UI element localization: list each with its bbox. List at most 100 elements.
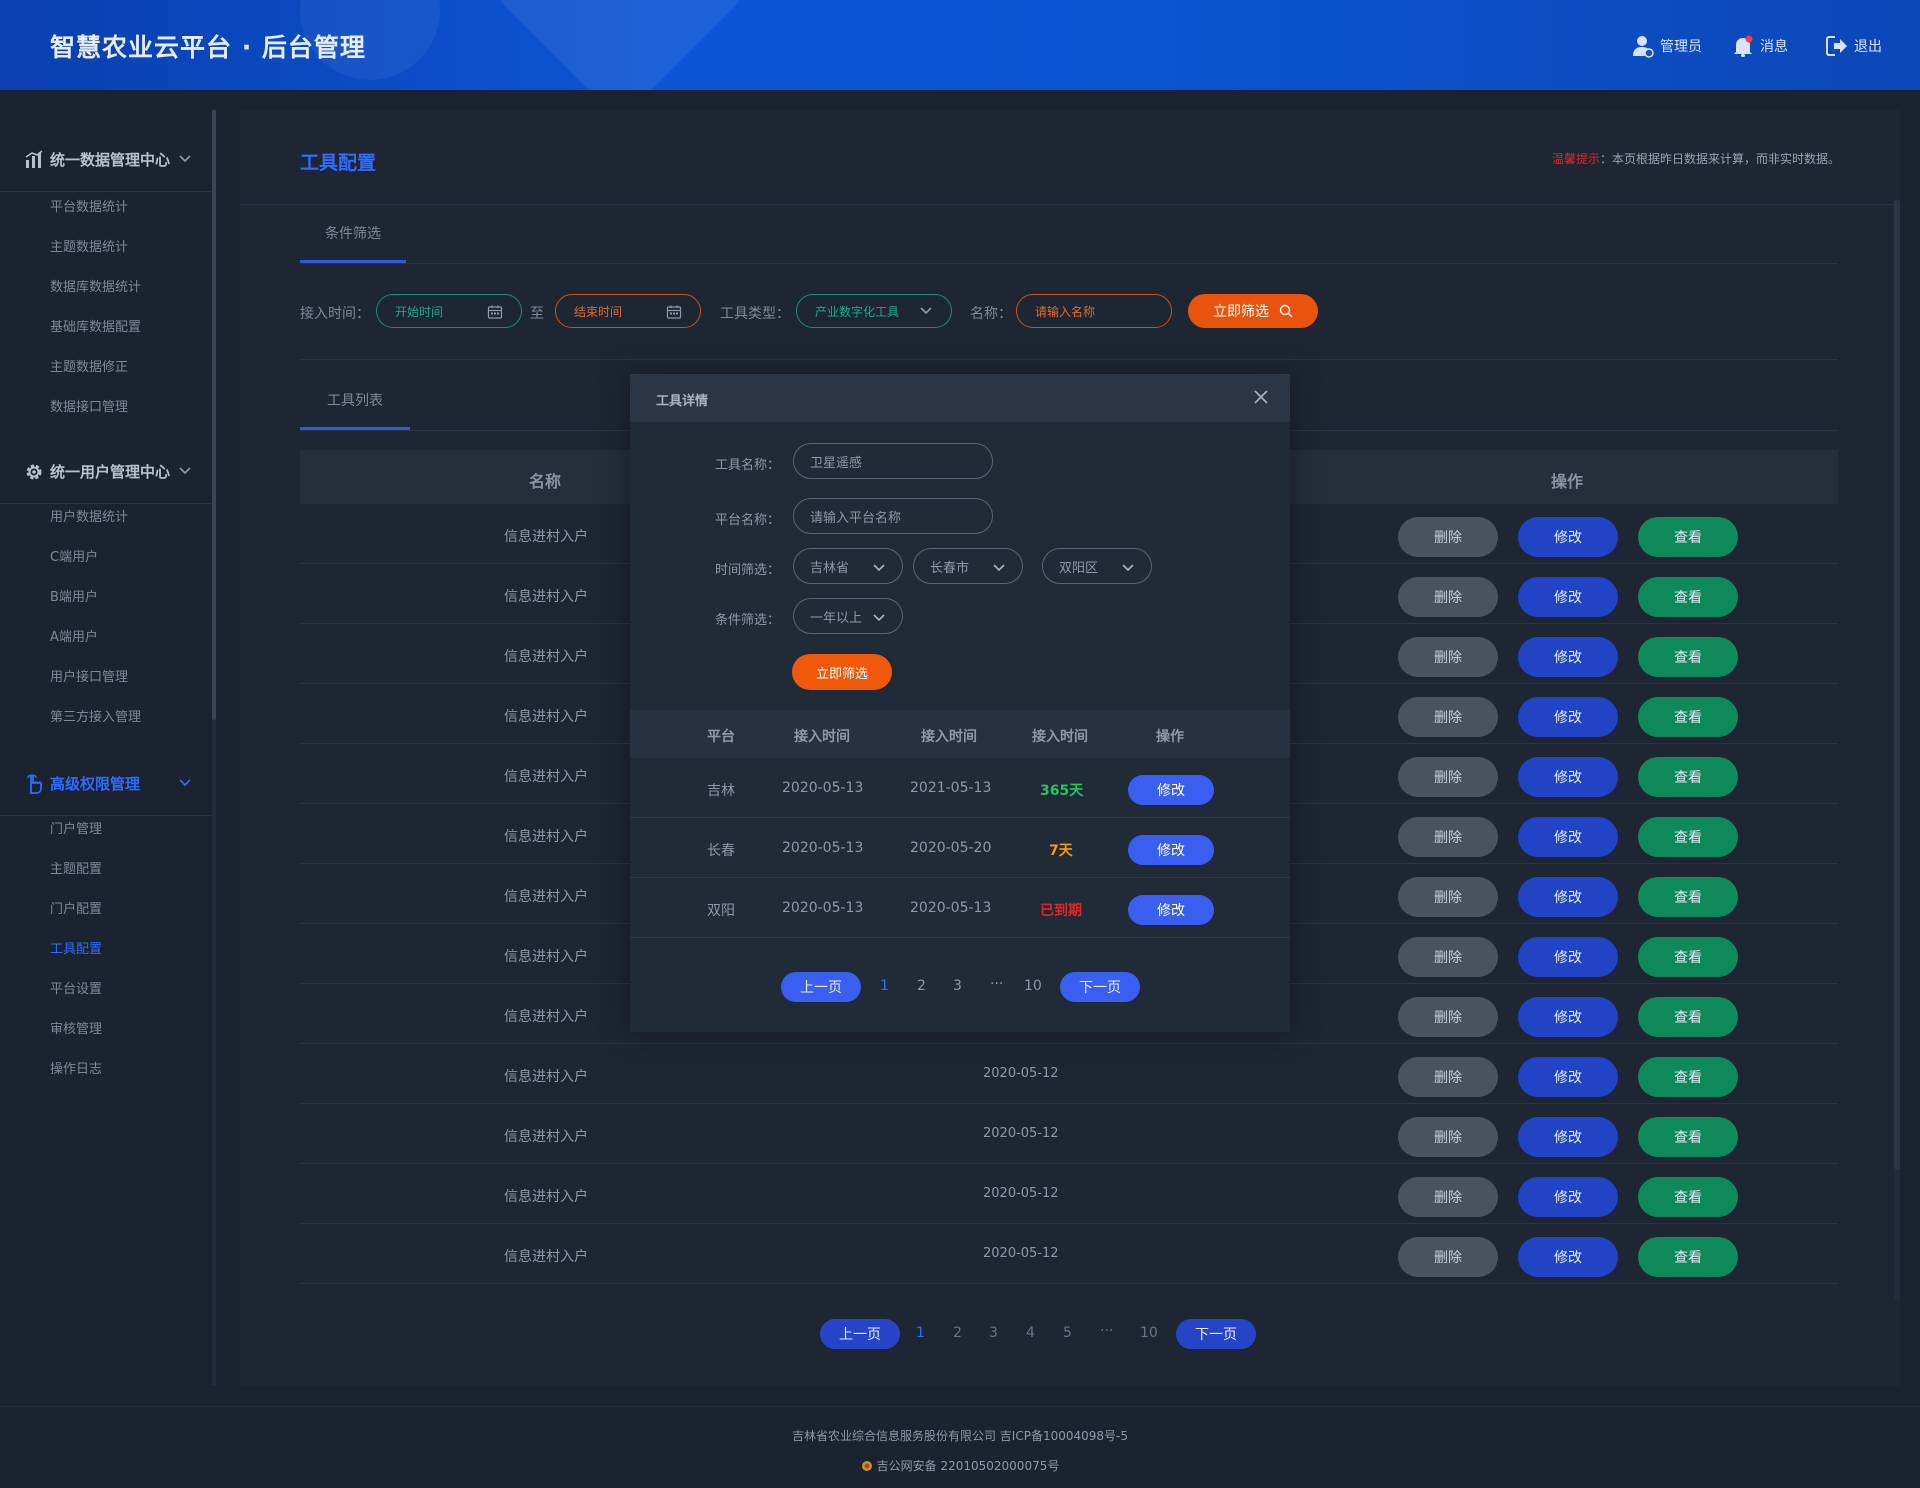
tool-name-input[interactable]: 卫星遥感 bbox=[793, 443, 993, 479]
view-button[interactable]: 查看 bbox=[1638, 517, 1738, 557]
edit-button[interactable]: 修改 bbox=[1518, 1057, 1618, 1097]
city-select[interactable]: 长春市 bbox=[913, 548, 1023, 584]
edit-button[interactable]: 修改 bbox=[1518, 697, 1618, 737]
tool-type-select[interactable]: 产业数字化工具 bbox=[796, 294, 952, 328]
edit-button[interactable]: 修改 bbox=[1518, 637, 1618, 677]
messages-button[interactable]: 消息 bbox=[1732, 32, 1788, 60]
modal-page-1[interactable]: 1 bbox=[880, 978, 889, 994]
delete-button[interactable]: 删除 bbox=[1398, 517, 1498, 557]
sidebar-section-title: 高级权限管理 bbox=[50, 775, 141, 793]
close-icon[interactable] bbox=[1252, 388, 1270, 406]
view-button[interactable]: 查看 bbox=[1638, 697, 1738, 737]
edit-button[interactable]: 修改 bbox=[1518, 997, 1618, 1037]
sidebar-item-theme-config[interactable]: 主题配置 bbox=[50, 858, 102, 877]
modal-next-page-button[interactable]: 下一页 bbox=[1060, 972, 1140, 1002]
filter-submit-button[interactable]: 立即筛选 bbox=[1188, 294, 1318, 328]
sidebar-item-portal-config[interactable]: 门户配置 bbox=[50, 898, 102, 917]
view-button[interactable]: 查看 bbox=[1638, 637, 1738, 677]
logout-button[interactable]: 退出 bbox=[1826, 32, 1882, 60]
page-3[interactable]: 3 bbox=[989, 1325, 998, 1341]
view-button[interactable]: 查看 bbox=[1638, 577, 1738, 617]
page-2[interactable]: 2 bbox=[953, 1325, 962, 1341]
condition-select[interactable]: 一年以上 bbox=[793, 598, 903, 634]
view-button[interactable]: 查看 bbox=[1638, 817, 1738, 857]
sidebar-item-c-users[interactable]: C端用户 bbox=[50, 546, 98, 565]
delete-button[interactable]: 删除 bbox=[1398, 757, 1498, 797]
sidebar-item-review-mgmt[interactable]: 审核管理 bbox=[50, 1018, 102, 1037]
page-10[interactable]: 10 bbox=[1140, 1325, 1158, 1341]
edit-button[interactable]: 修改 bbox=[1518, 1237, 1618, 1277]
sidebar-item-topic-stats[interactable]: 主题数据统计 bbox=[50, 236, 128, 255]
sidebar-item-topic-fix[interactable]: 主题数据修正 bbox=[50, 356, 128, 375]
modal-edit-button[interactable]: 修改 bbox=[1128, 835, 1214, 865]
sidebar-item-user-api[interactable]: 用户接口管理 bbox=[50, 666, 128, 685]
sidebar-item-db-stats[interactable]: 数据库数据统计 bbox=[50, 276, 141, 295]
district-select[interactable]: 双阳区 bbox=[1042, 548, 1152, 584]
view-button[interactable]: 查看 bbox=[1638, 1177, 1738, 1217]
edit-button[interactable]: 修改 bbox=[1518, 937, 1618, 977]
sidebar-item-b-users[interactable]: B端用户 bbox=[50, 586, 98, 605]
modal-page-2[interactable]: 2 bbox=[917, 978, 926, 994]
page-ellipsis: ··· bbox=[1100, 1323, 1114, 1339]
modal-prev-page-button[interactable]: 上一页 bbox=[781, 972, 861, 1002]
start-date-input[interactable]: 开始时间 bbox=[376, 294, 522, 328]
delete-button[interactable]: 删除 bbox=[1398, 997, 1498, 1037]
sidebar-item-a-users[interactable]: A端用户 bbox=[50, 626, 98, 645]
sidebar-item-tool-config[interactable]: 工具配置 bbox=[50, 938, 102, 957]
view-button[interactable]: 查看 bbox=[1638, 877, 1738, 917]
delete-button[interactable]: 删除 bbox=[1398, 1117, 1498, 1157]
modal-page-3[interactable]: 3 bbox=[953, 978, 962, 994]
end-date-input[interactable]: 结束时间 bbox=[555, 294, 701, 328]
sidebar-section-permissions[interactable]: 高级权限管理 bbox=[0, 752, 212, 816]
edit-button[interactable]: 修改 bbox=[1518, 517, 1618, 557]
page-5[interactable]: 5 bbox=[1063, 1325, 1072, 1341]
view-button[interactable]: 查看 bbox=[1638, 937, 1738, 977]
delete-button[interactable]: 删除 bbox=[1398, 817, 1498, 857]
delete-button[interactable]: 删除 bbox=[1398, 1057, 1498, 1097]
modal-edit-button[interactable]: 修改 bbox=[1128, 775, 1214, 805]
edit-button[interactable]: 修改 bbox=[1518, 877, 1618, 917]
sidebar-scrollbar[interactable] bbox=[212, 110, 216, 720]
delete-button[interactable]: 删除 bbox=[1398, 637, 1498, 677]
view-button[interactable]: 查看 bbox=[1638, 1117, 1738, 1157]
modal-filter-button[interactable]: 立即筛选 bbox=[792, 654, 892, 690]
next-page-button[interactable]: 下一页 bbox=[1176, 1319, 1256, 1349]
sidebar-item-platform-settings[interactable]: 平台设置 bbox=[50, 978, 102, 997]
sidebar-item-third-party[interactable]: 第三方接入管理 bbox=[50, 706, 141, 725]
edit-button[interactable]: 修改 bbox=[1518, 757, 1618, 797]
sidebar-item-base-config[interactable]: 基础库数据配置 bbox=[50, 316, 141, 335]
tab-tool-list[interactable]: 工具列表 bbox=[300, 390, 410, 410]
edit-button[interactable]: 修改 bbox=[1518, 1117, 1618, 1157]
province-select[interactable]: 吉林省 bbox=[793, 548, 903, 584]
delete-button[interactable]: 删除 bbox=[1398, 1237, 1498, 1277]
view-button[interactable]: 查看 bbox=[1638, 1057, 1738, 1097]
view-button[interactable]: 查看 bbox=[1638, 757, 1738, 797]
page-4[interactable]: 4 bbox=[1026, 1325, 1035, 1341]
modal-page-10[interactable]: 10 bbox=[1024, 978, 1042, 994]
sidebar-section-user-center[interactable]: 统一用户管理中心 bbox=[0, 440, 212, 504]
sidebar-item-data-api[interactable]: 数据接口管理 bbox=[50, 396, 128, 415]
view-button[interactable]: 查看 bbox=[1638, 1237, 1738, 1277]
sidebar-item-portal-mgmt[interactable]: 门户管理 bbox=[50, 818, 102, 837]
platform-name-input[interactable]: 请输入平台名称 bbox=[793, 498, 993, 534]
view-button[interactable]: 查看 bbox=[1638, 997, 1738, 1037]
main-scrollbar[interactable] bbox=[1894, 200, 1900, 1170]
sidebar-section-data-center[interactable]: 统一数据管理中心 bbox=[0, 128, 212, 192]
name-input[interactable]: 请输入名称 bbox=[1016, 294, 1172, 328]
admin-button[interactable]: 管理员 bbox=[1632, 32, 1702, 60]
edit-button[interactable]: 修改 bbox=[1518, 577, 1618, 617]
delete-button[interactable]: 删除 bbox=[1398, 877, 1498, 917]
sidebar-item-operation-log[interactable]: 操作日志 bbox=[50, 1058, 102, 1077]
delete-button[interactable]: 删除 bbox=[1398, 937, 1498, 977]
sidebar-item-user-stats[interactable]: 用户数据统计 bbox=[50, 506, 128, 525]
delete-button[interactable]: 删除 bbox=[1398, 697, 1498, 737]
edit-button[interactable]: 修改 bbox=[1518, 1177, 1618, 1217]
delete-button[interactable]: 删除 bbox=[1398, 577, 1498, 617]
prev-page-button[interactable]: 上一页 bbox=[820, 1319, 900, 1349]
edit-button[interactable]: 修改 bbox=[1518, 817, 1618, 857]
sidebar-item-platform-stats[interactable]: 平台数据统计 bbox=[50, 196, 128, 215]
modal-edit-button[interactable]: 修改 bbox=[1128, 895, 1214, 925]
tab-filter[interactable]: 条件筛选 bbox=[300, 223, 406, 243]
delete-button[interactable]: 删除 bbox=[1398, 1177, 1498, 1217]
page-1[interactable]: 1 bbox=[916, 1325, 925, 1341]
